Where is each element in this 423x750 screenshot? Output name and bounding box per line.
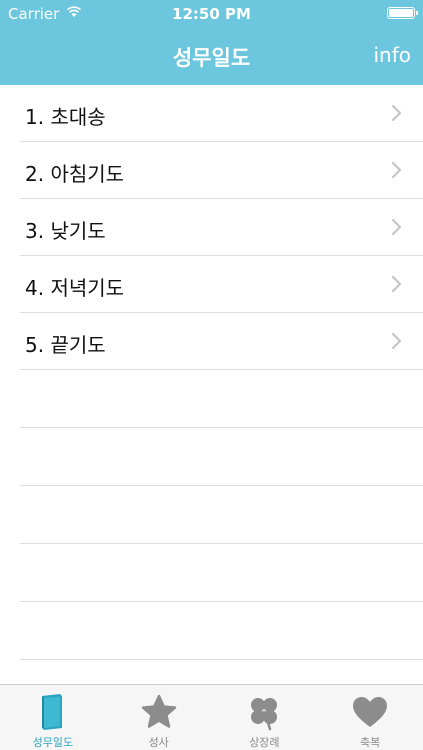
list-item[interactable]: 2. 아침기도 [20,142,423,199]
list-item[interactable]: 1. 초대송 [20,85,423,142]
tab-liturgy-of-hours[interactable]: 성무일도 [0,685,106,750]
list-item-label: 4. 저녁기도 [25,276,125,300]
tab-sacraments[interactable]: 성사 [106,685,212,750]
clover-icon [251,698,278,731]
empty-row [20,602,423,660]
status-bar: Carrier 12:50 PM [0,0,423,28]
chevron-right-icon [391,275,402,293]
list-item[interactable]: 5. 끝기도 [20,313,423,370]
list-item-label: 1. 초대송 [25,105,106,129]
tab-bar: 성무일도 성사 상장례 축복 [0,684,423,750]
battery-icon [387,7,418,19]
list-item-label: 2. 아침기도 [25,162,125,186]
list-item[interactable]: 3. 낮기도 [20,199,423,256]
prayer-list: 1. 초대송 2. 아침기도 3. 낮기도 4. 저녁기도 5. 끝기도 [0,85,423,660]
info-button[interactable]: info [373,43,411,67]
chevron-right-icon [391,218,402,236]
tab-funeral-rites[interactable]: 상장례 [212,685,318,750]
list-item[interactable]: 4. 저녁기도 [20,256,423,313]
navigation-header: Carrier 12:50 PM 성무일도 info [0,0,423,85]
tab-label: 축복 [360,736,381,749]
list-item-label: 3. 낮기도 [25,219,106,243]
tab-label: 성사 [148,736,169,749]
book-icon [41,694,62,730]
empty-row [20,370,423,428]
empty-row [20,428,423,486]
tab-blessings[interactable]: 축복 [317,685,423,750]
chevron-right-icon [391,161,402,179]
list-item-label: 5. 끝기도 [25,333,106,357]
tab-label: 상장례 [249,736,280,749]
chevron-right-icon [391,104,402,122]
empty-row [20,486,423,544]
heart-icon [353,697,388,727]
empty-row [20,544,423,602]
status-time: 12:50 PM [172,5,251,23]
page-title: 성무일도 [172,46,251,70]
star-icon [141,694,176,728]
tab-label: 성무일도 [32,736,74,749]
chevron-right-icon [391,332,402,350]
